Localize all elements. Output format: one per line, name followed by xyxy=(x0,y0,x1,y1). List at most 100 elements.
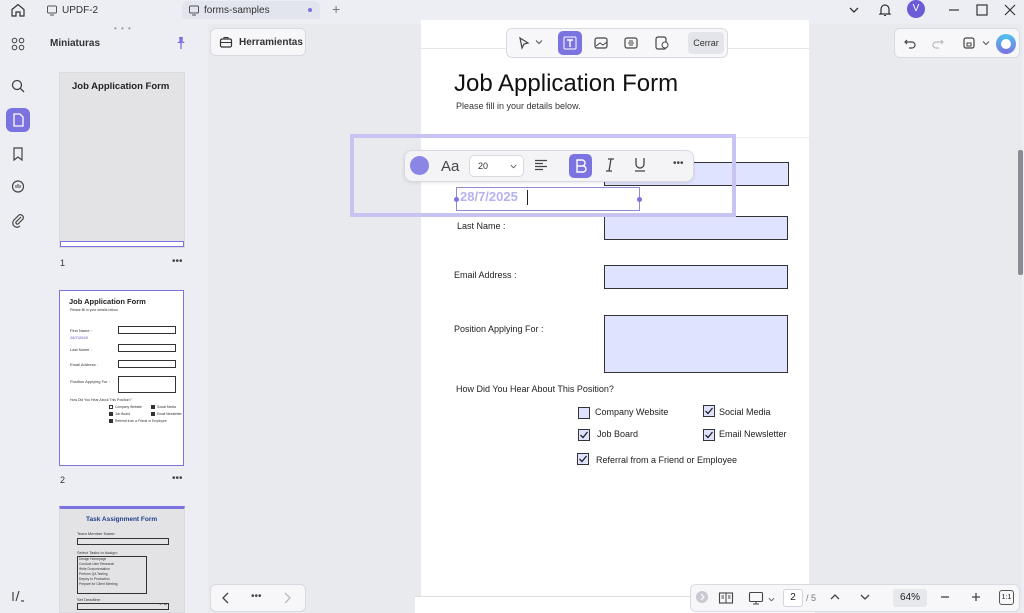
layers-icon[interactable] xyxy=(6,584,30,608)
maximize-icon[interactable] xyxy=(974,2,990,18)
page-thumbnail-3[interactable]: Task Assignment Form Team Member Name: S… xyxy=(59,506,185,613)
vertical-scrollbar[interactable] xyxy=(1018,150,1023,275)
zoom-out-icon[interactable] xyxy=(939,591,951,603)
page-thumbnail-2[interactable]: Job Application Form Please fill in your… xyxy=(59,290,184,466)
attachment-icon[interactable] xyxy=(6,208,30,232)
avatar[interactable]: V xyxy=(907,0,925,18)
thumb-label: Set Deadline: xyxy=(77,597,102,602)
checkbox-company-website[interactable] xyxy=(578,407,590,419)
panel-drag-handle[interactable]: • • • xyxy=(114,24,132,33)
chevron-down-icon[interactable] xyxy=(846,2,862,18)
chevron-down-icon[interactable] xyxy=(535,38,543,46)
thumb-option: Company Website xyxy=(115,405,142,409)
tab-forms-samples[interactable]: forms-samples xyxy=(182,1,320,19)
add-image-icon[interactable] xyxy=(589,31,613,55)
option-label: Referral from a Friend or Employee xyxy=(596,455,738,465)
bold-button[interactable] xyxy=(569,154,592,178)
resize-handle-right[interactable] xyxy=(637,197,642,202)
chevron-up-icon[interactable] xyxy=(829,591,841,603)
underline-icon[interactable] xyxy=(634,157,646,172)
close-window-icon[interactable] xyxy=(1002,2,1018,18)
italic-icon[interactable] xyxy=(604,158,616,172)
zoom-level[interactable]: 64% xyxy=(893,589,927,607)
text-color-picker[interactable] xyxy=(410,156,429,175)
thumb-option: Social Media xyxy=(157,405,176,409)
chevron-down-icon[interactable] xyxy=(859,591,871,603)
position-label: Position Applying For : xyxy=(454,324,544,334)
thumb-field xyxy=(118,376,176,393)
apps-icon[interactable] xyxy=(6,32,30,56)
minimize-icon[interactable] xyxy=(946,2,962,18)
thumb-task: Design Homepage xyxy=(79,557,107,561)
thumb-checkbox xyxy=(109,405,113,409)
last-name-field[interactable] xyxy=(604,216,788,240)
tools-button[interactable]: Herramientas xyxy=(210,28,306,56)
save-icon[interactable] xyxy=(957,31,981,55)
thumb-date: 28/7/2025 xyxy=(70,335,88,340)
home-icon[interactable] xyxy=(10,2,26,18)
thumb-selection-bar xyxy=(60,241,184,247)
thumb-option: Referral from a Friend or Employee xyxy=(115,419,167,423)
bell-icon[interactable] xyxy=(877,2,893,18)
chevron-right-icon[interactable] xyxy=(282,592,292,604)
pin-icon[interactable] xyxy=(174,36,188,50)
thumb-task: Deploy to Production xyxy=(79,577,110,581)
checkbox-job-board[interactable] xyxy=(578,429,590,441)
add-link-icon[interactable] xyxy=(619,31,643,55)
thumb-checkbox xyxy=(151,405,155,409)
font-family-icon[interactable]: Aa xyxy=(441,158,459,175)
panel-title: Miniaturas xyxy=(50,38,101,49)
font-size-select[interactable]: 20 xyxy=(469,155,524,177)
chevron-down-icon[interactable] xyxy=(982,39,990,47)
thumb-hint: / 1 / ad xyxy=(158,602,168,606)
comment-icon[interactable] xyxy=(6,175,30,199)
email-field[interactable] xyxy=(604,265,788,289)
thumb-label: Position Applying For : xyxy=(70,379,110,384)
actual-size-button[interactable]: 1:1 xyxy=(999,590,1014,605)
redo-icon[interactable] xyxy=(926,31,950,55)
more-icon[interactable]: ••• xyxy=(251,591,262,602)
text-caret xyxy=(527,190,528,205)
tab-updf-2[interactable]: UPDF-2 xyxy=(46,1,166,19)
chevron-down-icon[interactable] xyxy=(768,596,775,603)
more-icon[interactable]: ••• xyxy=(172,256,183,267)
close-edit-button[interactable]: Cerrar xyxy=(688,32,724,54)
more-options-icon[interactable]: ••• xyxy=(673,158,684,169)
undo-icon[interactable] xyxy=(898,31,922,55)
more-icon[interactable]: ••• xyxy=(172,473,183,484)
checkbox-referral[interactable] xyxy=(577,453,589,465)
checkbox-social-media[interactable] xyxy=(703,405,715,417)
font-size-value: 20 xyxy=(478,161,489,171)
chevron-left-icon[interactable] xyxy=(221,592,231,604)
tools-label: Herramientas xyxy=(239,36,303,48)
add-stamp-icon[interactable] xyxy=(650,31,674,55)
check-icon xyxy=(580,431,589,439)
tab-label: forms-samples xyxy=(204,4,270,16)
thumb-field xyxy=(118,326,176,334)
date-text[interactable]: 28/7/2025 xyxy=(460,189,518,204)
thumbnails-icon[interactable] xyxy=(6,108,30,132)
select-cursor-icon[interactable] xyxy=(512,31,536,55)
presentation-icon[interactable] xyxy=(748,590,764,606)
add-text-icon[interactable] xyxy=(558,31,582,55)
thumb-label: Select Tasks to Assign: xyxy=(77,550,118,555)
collapse-icon[interactable] xyxy=(696,591,708,603)
thumb-field xyxy=(77,538,169,545)
check-icon xyxy=(705,431,714,439)
bookmark-icon[interactable] xyxy=(6,142,30,166)
align-icon[interactable] xyxy=(534,158,548,172)
checkbox-email-newsletter[interactable] xyxy=(703,429,715,441)
new-tab-button[interactable]: + xyxy=(332,1,340,17)
check-icon xyxy=(705,407,714,415)
hear-about-label: How Did You Hear About This Position? xyxy=(456,384,614,394)
position-field[interactable] xyxy=(604,315,788,373)
tab-label: UPDF-2 xyxy=(62,4,99,16)
ai-assistant-icon[interactable] xyxy=(996,34,1016,54)
zoom-in-icon[interactable] xyxy=(970,591,982,603)
page-layout-icon[interactable] xyxy=(718,590,734,606)
page-thumbnail-1[interactable]: Job Application Form xyxy=(59,72,185,248)
resize-handle-left[interactable] xyxy=(454,197,459,202)
page-number-input[interactable]: 2 xyxy=(783,589,803,607)
thumb-field xyxy=(77,603,169,610)
search-icon[interactable] xyxy=(6,74,30,98)
